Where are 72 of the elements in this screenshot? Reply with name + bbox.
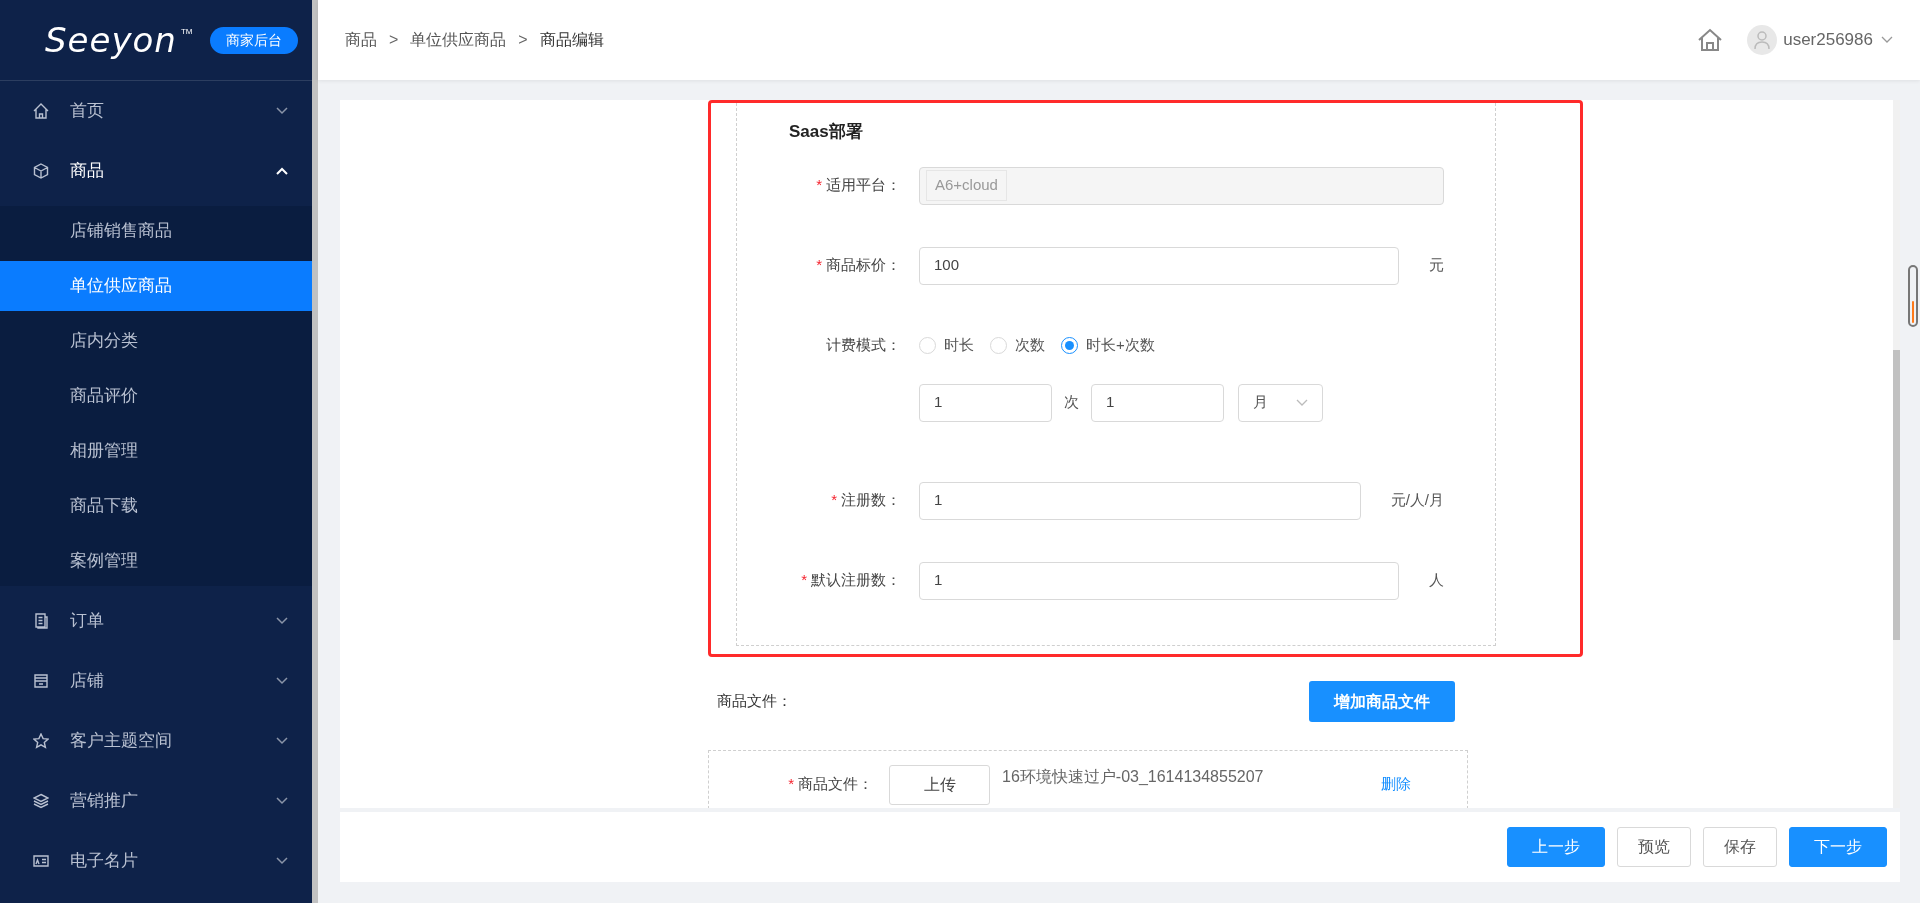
- input-field[interactable]: 100: [919, 246, 1399, 285]
- period-select[interactable]: 月: [1238, 383, 1323, 422]
- chevron-icon: [276, 677, 288, 685]
- merchant-badge: 商家后台: [210, 26, 299, 54]
- input-field[interactable]: 1: [1091, 383, 1224, 422]
- store-icon: [33, 673, 49, 689]
- radio-label[interactable]: 时长+次数: [1086, 334, 1155, 357]
- unit-label: 人: [1429, 570, 1444, 591]
- menu-item[interactable]: 首页: [0, 81, 312, 141]
- house-icon: [33, 103, 49, 119]
- chevron-icon: [276, 737, 288, 745]
- id-card-icon: [33, 853, 49, 869]
- submenu-item[interactable]: 案例管理: [0, 536, 312, 586]
- chevron-icon: [1296, 398, 1308, 407]
- document-icon: [33, 613, 49, 629]
- breadcrumb-separator: >: [518, 30, 528, 50]
- footer-button[interactable]: 保存: [1703, 827, 1777, 867]
- breadcrumb-item[interactable]: 商品: [345, 28, 377, 52]
- input-field[interactable]: 1: [919, 481, 1361, 520]
- chevron-icon: [276, 797, 288, 805]
- username[interactable]: user256986: [1783, 27, 1873, 53]
- breadcrumb-item[interactable]: 单位供应商品: [410, 28, 507, 52]
- unit-label: 次: [1064, 392, 1079, 413]
- breadcrumb-item: 商品编辑: [539, 30, 604, 50]
- chevron-icon: [276, 107, 288, 115]
- submenu-item[interactable]: 商品下载: [0, 481, 312, 531]
- field-label: * 商品标价：: [816, 256, 901, 274]
- menu-item[interactable]: 店铺: [0, 651, 312, 711]
- input-field[interactable]: 1: [919, 561, 1399, 600]
- input-field[interactable]: 1: [919, 383, 1052, 422]
- radio-button[interactable]: [1061, 337, 1078, 354]
- footer-button[interactable]: 预览: [1617, 827, 1691, 867]
- field-label: 计费模式：: [826, 336, 901, 354]
- layers-icon: [33, 793, 49, 809]
- menu-item[interactable]: 客户主题空间: [0, 711, 312, 771]
- file-name: 16环境快速过户-03_1614134855207: [1002, 767, 1265, 787]
- scrollbar-track[interactable]: [1893, 100, 1900, 808]
- caret-icon[interactable]: [1881, 36, 1893, 44]
- upload-button[interactable]: 上传: [889, 765, 990, 805]
- menu-item[interactable]: 商品: [0, 141, 312, 201]
- submenu-item[interactable]: 相册管理: [0, 426, 312, 476]
- chevron-icon: [276, 857, 288, 865]
- chevron-icon: [276, 167, 288, 175]
- submenu-item[interactable]: 店内分类: [0, 316, 312, 366]
- field-label: * 默认注册数：: [801, 571, 901, 589]
- breadcrumb-separator: >: [389, 30, 399, 50]
- field-label: * 适用平台：: [816, 176, 901, 194]
- menu-item[interactable]: 电子名片: [0, 831, 312, 891]
- platform-field: A6+cloud: [919, 166, 1444, 205]
- section-title: Saas部署: [789, 121, 864, 143]
- unit-label: 元/人/月: [1390, 490, 1444, 511]
- unit-label: 元: [1429, 255, 1444, 276]
- submenu-item[interactable]: 店铺销售商品: [0, 206, 312, 256]
- home-icon[interactable]: [1697, 28, 1724, 52]
- field-label: 商品文件：: [717, 691, 792, 712]
- logo-text: Seeyon: [45, 23, 177, 57]
- submenu-item[interactable]: 商品评价: [0, 371, 312, 421]
- radio-label[interactable]: 次数: [1015, 334, 1045, 357]
- scroll-indicator-drawing: [1908, 265, 1918, 327]
- radio-label[interactable]: 时长: [944, 334, 974, 357]
- submenu-item[interactable]: 单位供应商品: [0, 261, 312, 311]
- trademark-mark: TM: [180, 26, 193, 38]
- star-icon: [33, 733, 49, 749]
- field-label: * 注册数：: [831, 491, 901, 509]
- menu-item[interactable]: 营销推广: [0, 771, 312, 831]
- field-label: * 商品文件：: [788, 775, 873, 792]
- scrollbar-thumb[interactable]: [1893, 350, 1900, 640]
- cube-icon: [33, 163, 49, 179]
- sidebar-scrollbar[interactable]: [312, 0, 318, 903]
- avatar[interactable]: [1747, 25, 1778, 55]
- chevron-icon: [276, 617, 288, 625]
- menu-item[interactable]: 订单: [0, 591, 312, 651]
